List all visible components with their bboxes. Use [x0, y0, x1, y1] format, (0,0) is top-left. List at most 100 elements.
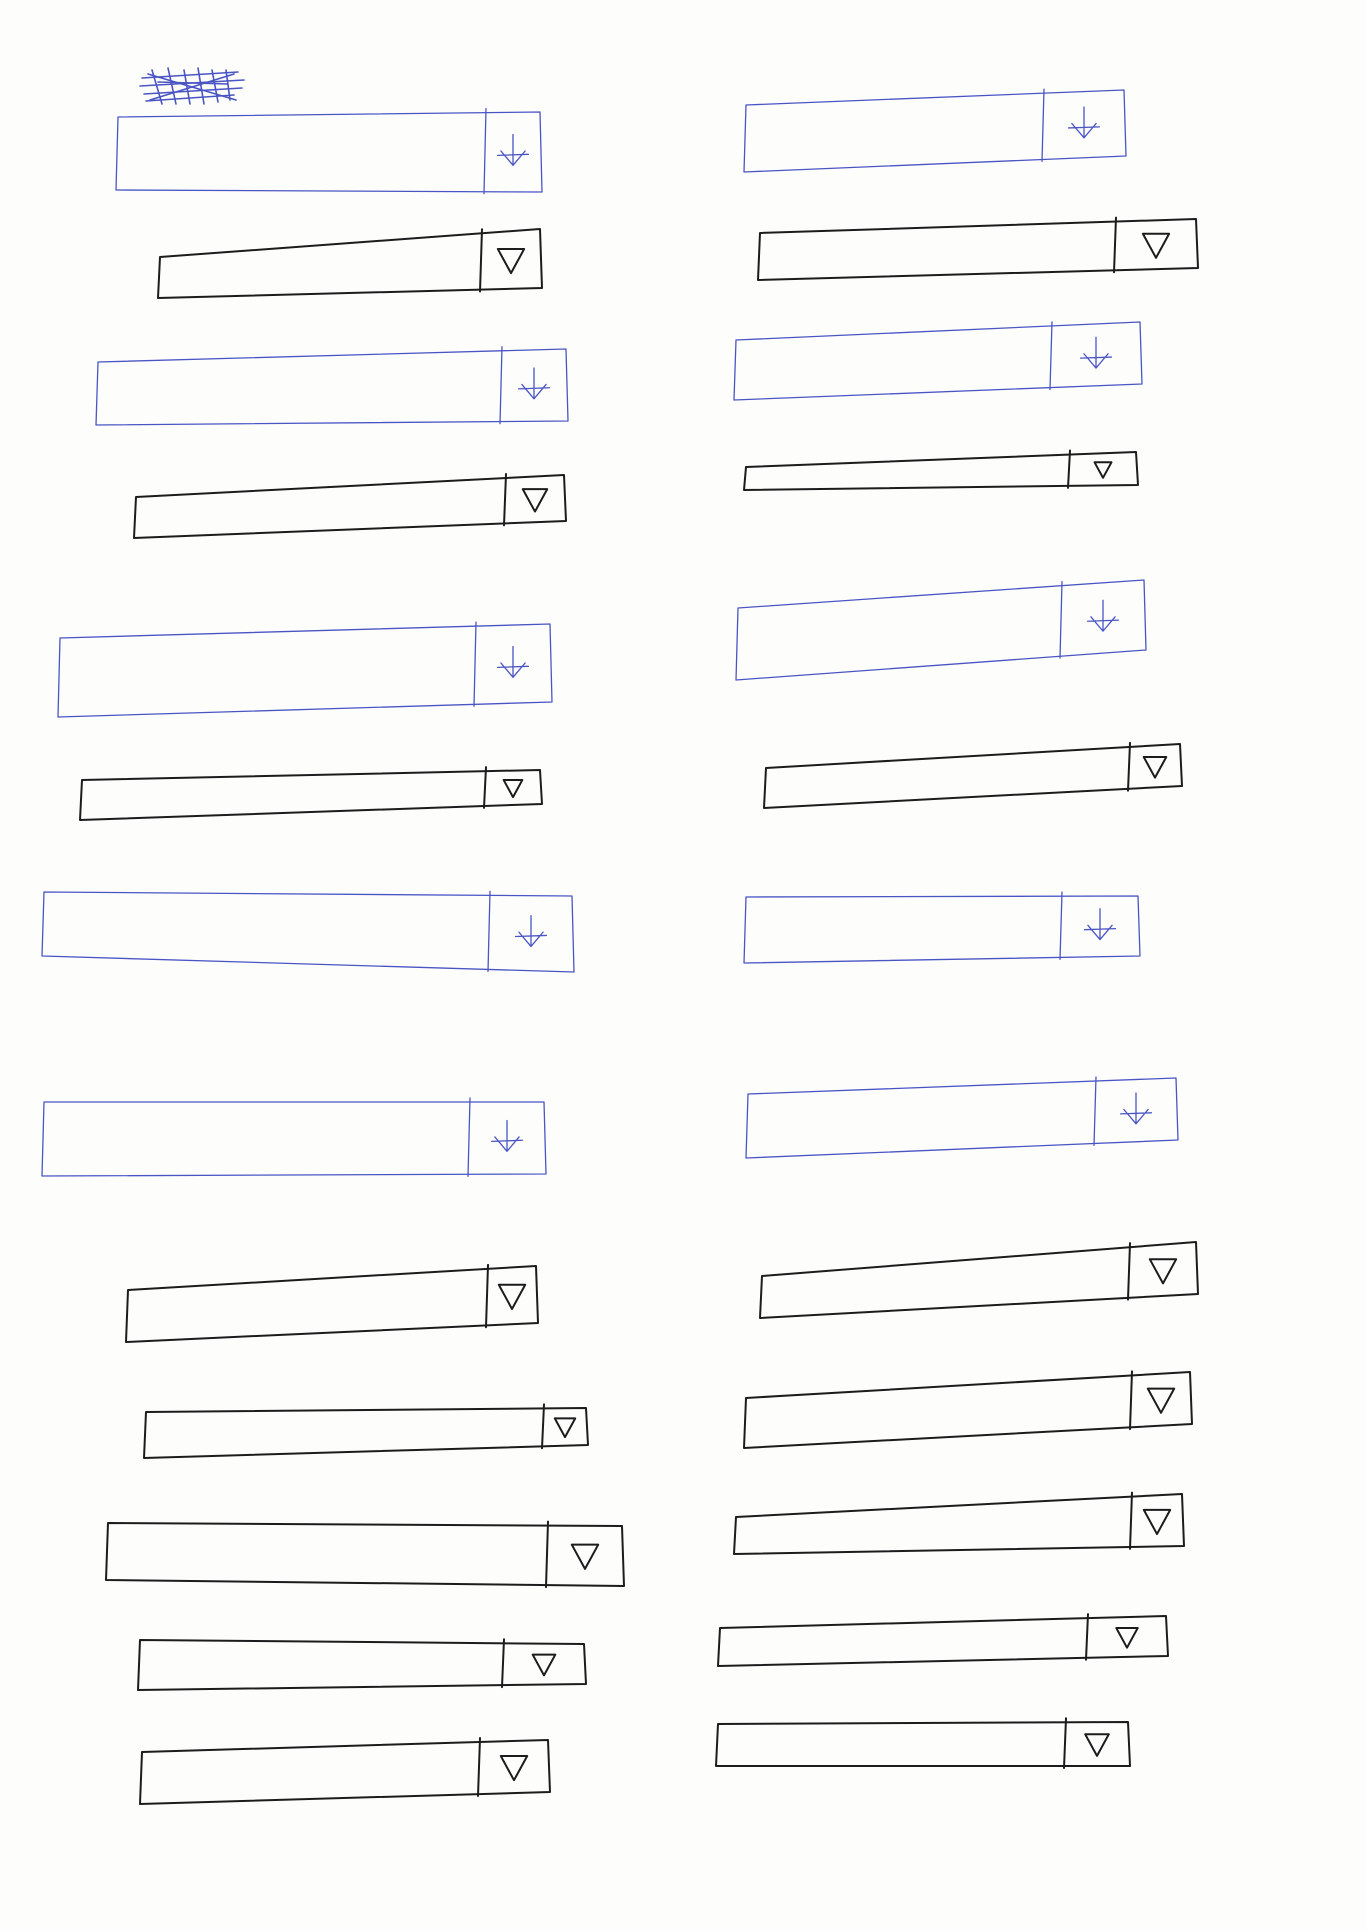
dropdown-left-12[interactable] [137, 1638, 587, 1691]
dropdown-button-divider [1049, 321, 1053, 391]
dropdown-button-divider [487, 890, 491, 973]
dropdown-left-9[interactable] [125, 1263, 539, 1343]
dropdown-field-outline[interactable] [759, 1241, 1199, 1319]
down-arrow-icon[interactable] [517, 367, 551, 400]
triangle-down-icon[interactable] [1093, 461, 1113, 479]
dropdown-left-6[interactable] [79, 766, 543, 821]
dropdown-right-25[interactable] [717, 1613, 1169, 1667]
dropdown-field-outline[interactable] [79, 769, 543, 821]
dropdown-field-outline[interactable] [763, 743, 1183, 809]
down-arrow-icon[interactable] [1067, 106, 1101, 139]
dropdown-left-10[interactable] [143, 1403, 589, 1459]
dropdown-button-divider [485, 1263, 489, 1329]
dropdown-right-26[interactable] [715, 1717, 1131, 1769]
dropdown-button-divider [1093, 1076, 1097, 1147]
dropdown-field-outline[interactable] [41, 1101, 547, 1177]
dropdown-left-2[interactable] [157, 228, 543, 299]
dropdown-left-8[interactable] [41, 1097, 547, 1177]
dropdown-field-outline[interactable] [743, 89, 1127, 173]
triangle-down-icon[interactable] [521, 488, 549, 513]
dropdown-field-outline[interactable] [95, 348, 569, 426]
dropdown-button-divider [483, 107, 487, 195]
dropdown-left-1[interactable] [115, 107, 543, 195]
dropdown-button-divider [545, 1520, 549, 1589]
down-arrow-icon[interactable] [1086, 599, 1120, 632]
dropdown-sketches [41, 88, 1199, 1805]
down-arrow-icon[interactable] [490, 1119, 524, 1152]
triangle-down-icon[interactable] [497, 1283, 527, 1310]
dropdown-right-19[interactable] [763, 741, 1183, 809]
dropdown-field-outline[interactable] [41, 891, 575, 973]
dropdown-field-outline[interactable] [743, 895, 1141, 964]
dropdown-right-24[interactable] [733, 1491, 1185, 1555]
dropdown-left-11[interactable] [105, 1520, 625, 1589]
dropdown-button-divider [473, 621, 477, 707]
triangle-down-icon[interactable] [496, 247, 526, 275]
dropdown-button-divider [1113, 216, 1117, 274]
dropdown-field-outline[interactable] [735, 579, 1147, 681]
dropdown-field-outline[interactable] [157, 228, 543, 299]
dropdown-button-divider [1067, 449, 1071, 489]
dropdown-button-divider [1085, 1613, 1089, 1661]
dropdown-button-divider [1059, 891, 1063, 961]
dropdown-field-outline[interactable] [115, 111, 543, 193]
dropdown-button-divider [1127, 1242, 1131, 1301]
triangle-down-icon[interactable] [1146, 1387, 1176, 1414]
triangle-down-icon[interactable] [553, 1417, 577, 1439]
dropdown-button-divider [1063, 1717, 1067, 1769]
dropdown-field-outline[interactable] [717, 1615, 1169, 1667]
down-arrow-icon[interactable] [496, 133, 530, 166]
dropdown-left-13[interactable] [139, 1737, 551, 1805]
dropdown-left-7[interactable] [41, 890, 575, 973]
down-arrow-icon[interactable] [514, 914, 548, 948]
dropdown-field-outline[interactable] [733, 321, 1143, 401]
dropdown-left-5[interactable] [57, 621, 553, 718]
dropdown-right-18[interactable] [735, 579, 1147, 681]
dropdown-field-outline[interactable] [133, 474, 567, 539]
dropdown-field-outline[interactable] [743, 1371, 1193, 1449]
dropdown-field-outline[interactable] [745, 1077, 1179, 1159]
dropdown-field-outline[interactable] [733, 1493, 1185, 1555]
dropdown-right-14[interactable] [743, 88, 1127, 173]
dropdown-field-outline[interactable] [743, 451, 1139, 491]
dropdown-button-divider [541, 1403, 545, 1450]
dropdown-button-divider [1129, 1491, 1133, 1550]
dropdown-button-divider [467, 1097, 471, 1177]
dropdown-field-outline[interactable] [715, 1721, 1131, 1767]
dropdown-right-20[interactable] [743, 891, 1141, 964]
dropdown-button-divider [477, 1737, 481, 1798]
triangle-down-icon[interactable] [1141, 232, 1171, 259]
dropdown-button-divider [479, 228, 483, 293]
dropdown-field-outline[interactable] [125, 1265, 539, 1343]
dropdown-left-4[interactable] [133, 472, 567, 539]
triangle-down-icon[interactable] [502, 778, 524, 799]
triangle-down-icon[interactable] [1084, 1733, 1110, 1757]
dropdown-right-17[interactable] [743, 449, 1139, 491]
dropdown-left-3[interactable] [95, 346, 569, 426]
triangle-down-icon[interactable] [499, 1755, 529, 1782]
triangle-down-icon[interactable] [1148, 1258, 1178, 1285]
triangle-down-icon[interactable] [1142, 1508, 1172, 1536]
dropdown-button-divider [499, 346, 503, 425]
triangle-down-icon[interactable] [570, 1543, 600, 1570]
dropdown-field-outline[interactable] [57, 623, 553, 718]
down-arrow-icon[interactable] [1119, 1092, 1153, 1125]
down-arrow-icon[interactable] [496, 645, 530, 678]
dropdown-field-outline[interactable] [757, 218, 1199, 281]
dropdown-button-divider [1041, 88, 1045, 163]
triangle-down-icon[interactable] [531, 1653, 557, 1677]
down-arrow-icon[interactable] [1079, 336, 1113, 369]
down-arrow-icon[interactable] [1083, 908, 1117, 941]
dropdown-field-outline[interactable] [137, 1639, 587, 1691]
dropdown-button-divider [501, 1638, 505, 1689]
dropdown-right-23[interactable] [743, 1370, 1193, 1449]
dropdown-right-16[interactable] [733, 321, 1143, 401]
dropdown-field-outline[interactable] [139, 1739, 551, 1805]
dropdown-right-15[interactable] [757, 216, 1199, 281]
dropdown-field-outline[interactable] [143, 1407, 589, 1459]
dropdown-right-22[interactable] [759, 1241, 1199, 1319]
sketch-sheet [0, 0, 1366, 1931]
triangle-down-icon[interactable] [1142, 755, 1168, 779]
triangle-down-icon[interactable] [1115, 1627, 1139, 1649]
dropdown-right-21[interactable] [745, 1076, 1179, 1159]
